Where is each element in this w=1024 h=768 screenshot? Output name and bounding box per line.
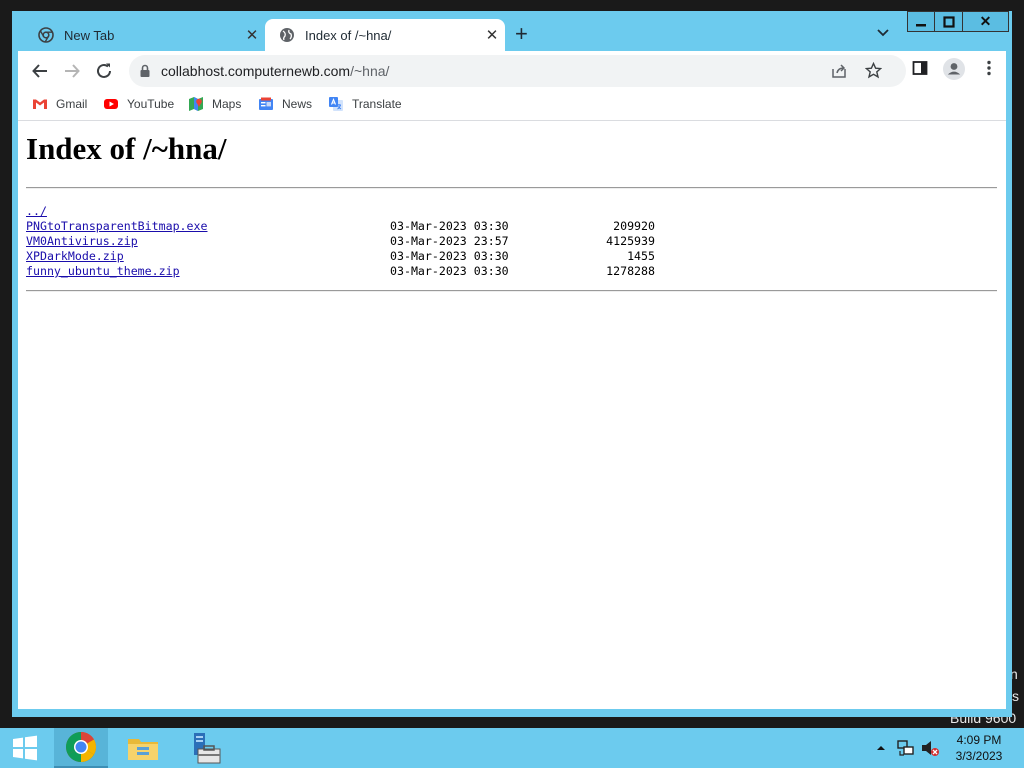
maximize-button[interactable] bbox=[935, 11, 963, 32]
clock-time: 4:09 PM bbox=[956, 733, 1002, 747]
file-size: 209920 bbox=[613, 219, 655, 233]
file-link[interactable]: XPDarkMode.zip bbox=[26, 249, 124, 264]
file-size: 4125939 bbox=[606, 234, 655, 248]
file-date: 03-Mar-2023 23:57 bbox=[390, 234, 509, 248]
bookmarks-bar: Gmail YouTube Maps News Translate bbox=[18, 91, 1006, 121]
file-date: 03-Mar-2023 03:30 bbox=[390, 249, 509, 263]
divider bbox=[26, 187, 997, 189]
bookmark-label: Maps bbox=[212, 97, 242, 111]
file-link[interactable]: funny_ubuntu_theme.zip bbox=[26, 264, 180, 279]
windows-logo-icon bbox=[13, 735, 37, 761]
bookmark-translate[interactable]: Translate bbox=[328, 96, 402, 112]
news-icon bbox=[258, 96, 274, 112]
start-button[interactable] bbox=[0, 728, 50, 768]
network-tray-icon[interactable] bbox=[896, 728, 916, 768]
page-title: Index of /~hna/ bbox=[26, 131, 227, 166]
menu-kebab-icon[interactable] bbox=[986, 60, 992, 81]
lock-icon[interactable] bbox=[139, 64, 151, 83]
file-size: 1455 bbox=[627, 249, 655, 263]
file-date: 03-Mar-2023 03:30 bbox=[390, 219, 509, 233]
tab-title: New Tab bbox=[64, 27, 115, 43]
chevron-up-icon bbox=[877, 746, 885, 750]
close-window-button[interactable]: ✕ bbox=[963, 11, 1009, 32]
bookmark-label: News bbox=[282, 97, 313, 111]
youtube-icon bbox=[103, 96, 119, 112]
file-size: 1278288 bbox=[606, 264, 655, 278]
file-link[interactable]: VM0Antivirus.zip bbox=[26, 234, 138, 249]
network-icon bbox=[897, 740, 914, 756]
minimize-button[interactable] bbox=[907, 11, 935, 32]
url-text[interactable]: collabhost.computernewb.com/~hna/ bbox=[161, 63, 389, 79]
profile-avatar-icon[interactable] bbox=[943, 58, 965, 85]
translate-icon bbox=[328, 96, 344, 112]
browser-window: New Tab ✕ Index of /~hna/ ✕ + ✕ collabho… bbox=[12, 11, 1012, 717]
tab-close-icon[interactable]: ✕ bbox=[239, 26, 265, 44]
side-panel-icon[interactable] bbox=[912, 60, 928, 81]
title-bar[interactable]: New Tab ✕ Index of /~hna/ ✕ + ✕ bbox=[12, 11, 1012, 51]
page-content: Index of /~hna/ ../ PNGtoTransparentBitm… bbox=[18, 121, 1006, 709]
tab-new-tab[interactable]: New Tab ✕ bbox=[20, 19, 265, 51]
address-bar[interactable]: collabhost.computernewb.com/~hna/ bbox=[129, 55, 906, 87]
gmail-icon bbox=[32, 96, 48, 112]
tab-title: Index of /~hna/ bbox=[305, 27, 392, 43]
divider bbox=[26, 290, 997, 292]
volume-muted-icon bbox=[922, 741, 939, 756]
clock-date: 3/3/2023 bbox=[955, 749, 1003, 763]
taskbar-chrome[interactable] bbox=[54, 728, 108, 768]
maps-icon bbox=[188, 96, 204, 112]
chrome-icon bbox=[38, 27, 54, 43]
browser-toolbar: collabhost.computernewb.com/~hna/ bbox=[18, 51, 1006, 91]
tab-index-of-hna[interactable]: Index of /~hna/ ✕ bbox=[265, 19, 505, 51]
reload-icon[interactable] bbox=[92, 59, 116, 83]
taskbar-server-manager[interactable] bbox=[180, 728, 230, 768]
url-host: collabhost.computernewb.com bbox=[161, 63, 351, 79]
tab-close-icon[interactable]: ✕ bbox=[479, 26, 505, 44]
share-icon[interactable] bbox=[831, 63, 847, 84]
bookmark-label: Translate bbox=[352, 97, 402, 111]
bookmark-label: Gmail bbox=[56, 97, 88, 111]
volume-tray-icon[interactable] bbox=[920, 728, 940, 768]
taskbar: 4:09 PM 3/3/2023 bbox=[0, 728, 1024, 768]
server-manager-icon bbox=[194, 733, 221, 764]
new-tab-button[interactable]: + bbox=[515, 23, 528, 45]
bookmark-youtube[interactable]: YouTube bbox=[103, 96, 174, 112]
parent-directory-link[interactable]: ../ bbox=[26, 204, 47, 219]
file-link[interactable]: PNGtoTransparentBitmap.exe bbox=[26, 219, 207, 234]
show-hidden-icons-button[interactable] bbox=[876, 728, 886, 768]
bookmark-label: YouTube bbox=[127, 97, 175, 111]
file-date: 03-Mar-2023 03:30 bbox=[390, 264, 509, 278]
url-path: /~hna/ bbox=[350, 63, 390, 79]
system-clock[interactable]: 4:09 PM 3/3/2023 bbox=[946, 732, 1012, 764]
bookmark-gmail[interactable]: Gmail bbox=[32, 96, 87, 112]
taskbar-file-explorer[interactable] bbox=[118, 728, 168, 768]
bookmark-star-icon[interactable] bbox=[864, 61, 883, 84]
desktop-text-fragment: s bbox=[1012, 688, 1019, 704]
globe-icon bbox=[279, 27, 295, 43]
forward-arrow-icon[interactable] bbox=[60, 59, 84, 83]
folder-icon bbox=[128, 739, 158, 760]
chrome-icon bbox=[65, 732, 97, 763]
bookmark-news[interactable]: News bbox=[258, 96, 312, 112]
back-arrow-icon[interactable] bbox=[28, 59, 52, 83]
bookmark-maps[interactable]: Maps bbox=[188, 96, 241, 112]
tab-search-chevron-icon[interactable] bbox=[876, 25, 890, 41]
